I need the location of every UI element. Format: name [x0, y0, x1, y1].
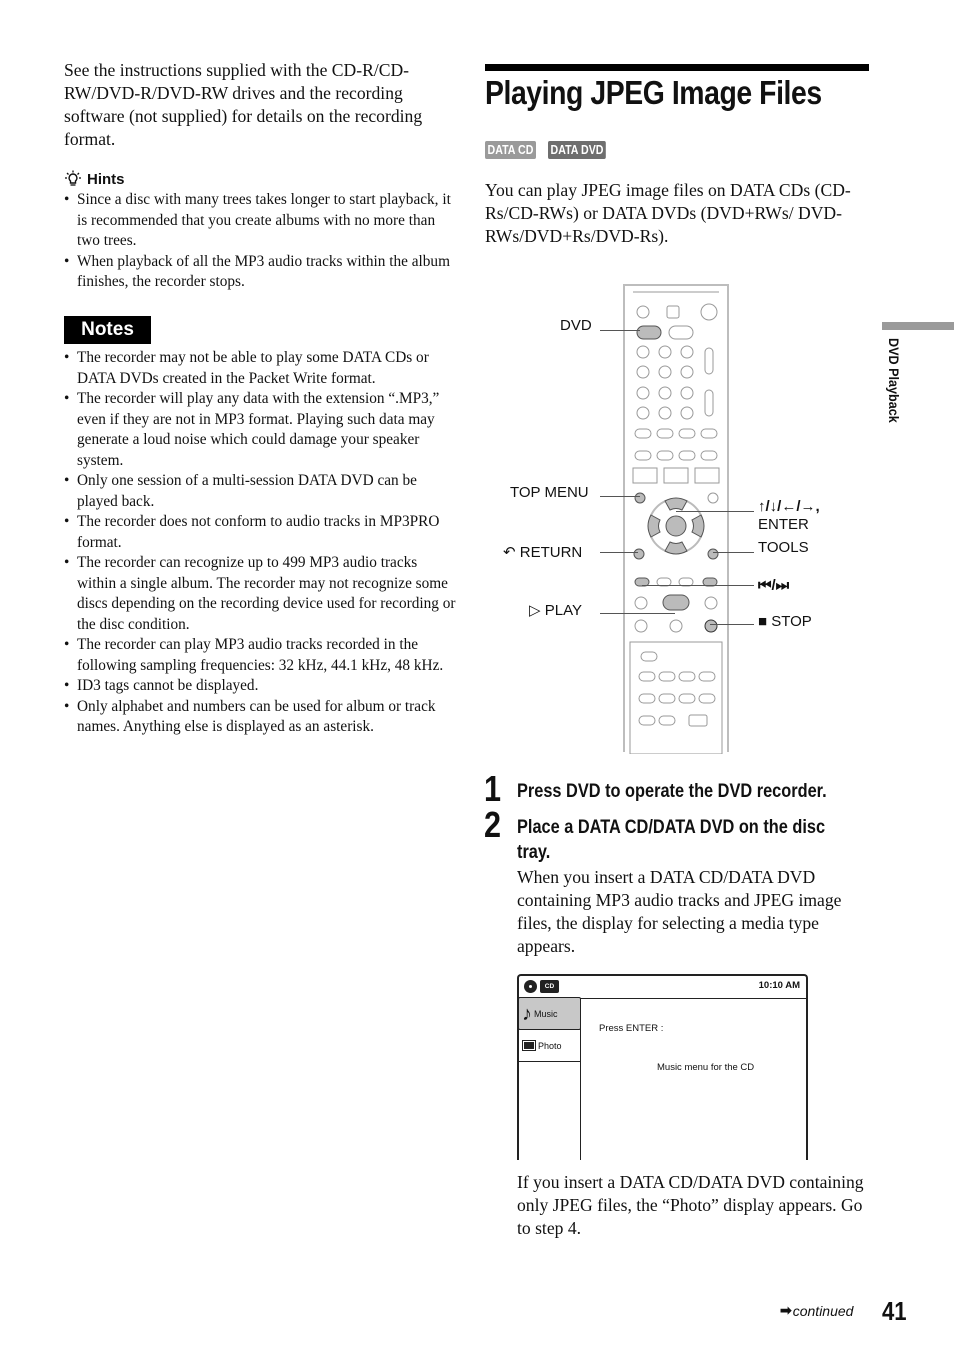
lightbulb-icon [65, 170, 81, 186]
step-1-text: Press DVD to operate the DVD recorder. [517, 781, 827, 802]
jpeg-intro-paragraph: You can play JPEG image files on DATA CD… [485, 180, 851, 246]
note-item: The recorder does not conform to audio t… [64, 512, 456, 553]
leader-tools [713, 552, 754, 553]
leader-arrows [676, 511, 754, 512]
note-item: The recorder will play any data with the… [64, 389, 456, 471]
page-number: 41 [882, 1296, 907, 1326]
leader-dvd [600, 330, 640, 331]
hints-list: Since a disc with many trees takes longe… [64, 190, 456, 293]
label-arrows: ↑/↓/←/→, [758, 498, 820, 515]
leader-play [600, 613, 675, 614]
continued-indicator: ➡ continued [780, 1302, 854, 1319]
play-icon: ▷ [529, 602, 541, 619]
photo-paragraph: If you insert a DATA CD/DATA DVD contain… [517, 1172, 864, 1238]
step-2-body: When you insert a DATA CD/DATA DVD conta… [517, 867, 842, 956]
note-item: Only alphabet and numbers can be used fo… [64, 697, 456, 738]
intro-paragraph: See the instructions supplied with the C… [64, 60, 423, 149]
data-cd-tag: DATA CD [485, 141, 536, 159]
step-2-number: 2 [484, 804, 502, 845]
music-note-icon: ♪ [522, 1002, 532, 1025]
hints-title: Hints [87, 170, 125, 188]
note-item: Only one session of a multi-session DATA… [64, 471, 456, 512]
arrow-right-icon: ➡ [780, 1302, 792, 1318]
stop-icon: ■ [758, 613, 768, 630]
label-return: ↶ RETURN [503, 544, 583, 561]
data-dvd-tag: DATA DVD [548, 141, 607, 159]
page-title: Playing JPEG Image Files [485, 74, 822, 111]
label-stop: ■ STOP [758, 613, 812, 630]
step-1-number: 1 [484, 768, 502, 809]
side-tab-label: DVD Playback [886, 338, 902, 423]
notes-list: The recorder may not be able to play som… [64, 348, 456, 738]
media-menu: ♪ Music Photo [518, 997, 581, 1160]
hint-item: When playback of all the MP3 audio track… [64, 252, 456, 293]
leader-skip [642, 585, 754, 586]
photo-icon [522, 1040, 536, 1051]
disc-icon [524, 980, 537, 993]
menu-item-music[interactable]: ♪ Music [518, 997, 581, 1030]
note-item: ID3 tags cannot be displayed. [64, 676, 456, 697]
note-item: The recorder can play MP3 audio tracks r… [64, 635, 456, 676]
label-play: ▷ PLAY [529, 602, 582, 619]
label-skip: ⏮/⏭ [758, 577, 790, 594]
step-2-text: Place a DATA CD/DATA DVD on the disc [517, 817, 826, 838]
menu-item-photo[interactable]: Photo [519, 1030, 580, 1062]
hint-item: Since a disc with many trees takes longe… [64, 190, 456, 252]
media-select-screen: CD 10:10 AM ♪ Music Photo Press ENTER : … [517, 974, 808, 1160]
leader-top-menu [600, 496, 640, 497]
screen-prompt: Press ENTER : [599, 1023, 664, 1034]
hints-heading: Hints [64, 170, 125, 188]
label-enter: ENTER [758, 516, 809, 533]
step-2-text-cont: tray. [517, 842, 551, 863]
screen-description: Music menu for the CD [657, 1062, 755, 1073]
clock: 10:10 AM [758, 980, 800, 991]
remote-control-illustration [623, 284, 729, 754]
screen-header: CD 10:10 AM [519, 976, 806, 999]
note-item: The recorder may not be able to play som… [64, 348, 456, 389]
label-tools: TOOLS [758, 539, 809, 556]
return-icon: ↶ [503, 544, 516, 561]
leader-stop [710, 624, 754, 625]
title-rule [485, 64, 869, 71]
remote-body [629, 291, 723, 754]
label-dvd: DVD [560, 317, 592, 334]
note-item: The recorder can recognize up to 499 MP3… [64, 553, 456, 635]
label-top-menu: TOP MENU [510, 484, 589, 501]
leader-return [600, 552, 638, 553]
side-tab-bar [882, 322, 954, 330]
notes-heading: Notes [64, 316, 151, 344]
cd-badge: CD [540, 980, 559, 993]
